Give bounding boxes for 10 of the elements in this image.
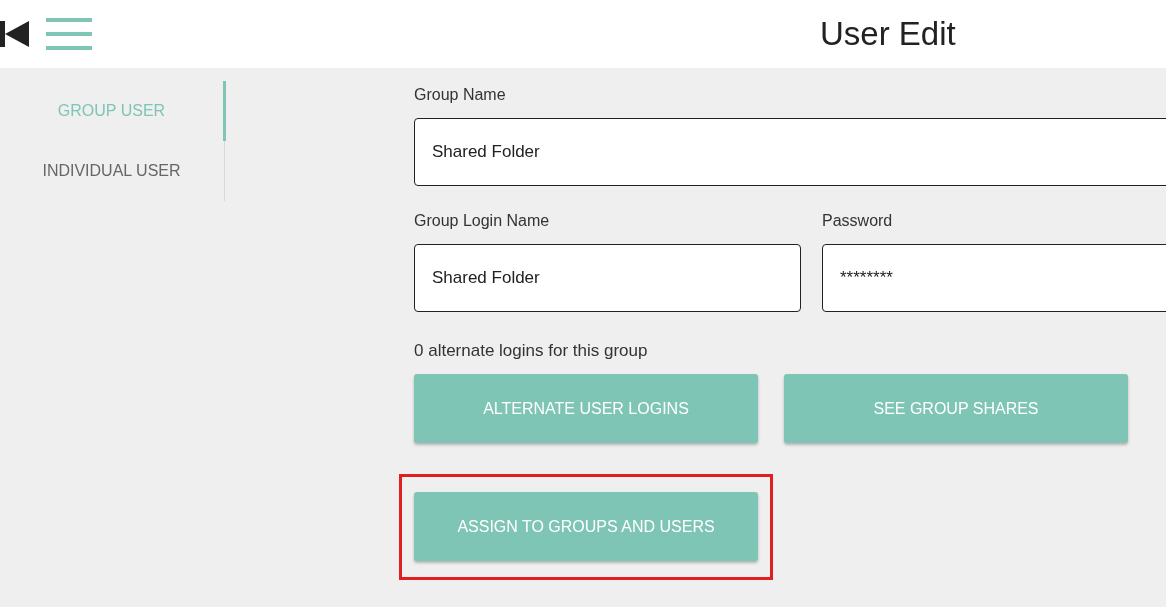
input-field[interactable]: Shared Folder <box>414 244 801 312</box>
field-label: Password <box>822 212 894 230</box>
field-label: Group Name <box>414 86 507 104</box>
sidebar-tab[interactable]: INDIVIDUAL USER <box>0 141 226 201</box>
password-field[interactable]: ******** <box>822 244 1166 312</box>
field-label: Group Login Name <box>414 212 551 230</box>
input-field[interactable]: Shared Folder <box>414 118 1166 186</box>
alternate-logins-note: 0 alternate logins for this group <box>414 341 649 361</box>
page-title: User Edit <box>820 15 956 53</box>
skip-back-icon[interactable] <box>0 19 30 49</box>
